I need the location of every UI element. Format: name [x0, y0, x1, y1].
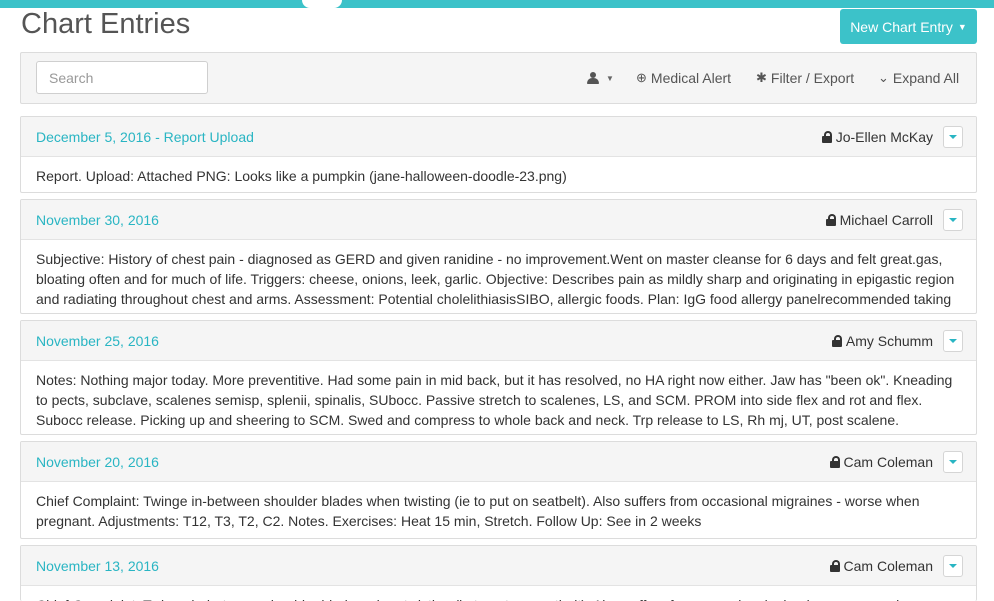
chart-entry: December 5, 2016 - Report Upload Jo-Elle… — [20, 116, 977, 193]
filter-export-label: Filter / Export — [770, 70, 855, 86]
entry-header: November 20, 2016 Cam Coleman — [21, 442, 976, 482]
caret-down-icon — [949, 218, 957, 222]
entry-author-name: Jo-Ellen McKay — [835, 129, 933, 145]
entry-menu-toggle[interactable] — [943, 451, 963, 473]
lock-icon — [829, 456, 840, 468]
expand-all-button[interactable]: ⌄ Expand All — [878, 53, 959, 103]
entry-menu-toggle[interactable] — [943, 126, 963, 148]
entry-header: November 30, 2016 Michael Carroll — [21, 200, 976, 240]
caret-down-icon — [949, 339, 957, 343]
chart-toolbar: ▼ ⊕ Medical Alert ✱ Filter / Export ⌄ Ex… — [20, 52, 977, 104]
entry-body: Report. Upload: Attached PNG: Looks like… — [36, 168, 567, 184]
new-chart-entry-button[interactable]: New Chart Entry ▼ — [840, 9, 977, 44]
medical-alert-label: Medical Alert — [650, 70, 732, 86]
user-icon — [587, 72, 599, 84]
gear-icon: ✱ — [756, 70, 767, 85]
entry-author: Cam Coleman — [829, 558, 933, 574]
entry-date-link[interactable]: November 25, 2016 — [36, 333, 159, 349]
caret-down-icon — [949, 564, 957, 568]
entry-header: December 5, 2016 - Report Upload Jo-Elle… — [21, 117, 976, 157]
user-filter-dropdown[interactable]: ▼ — [587, 53, 614, 103]
caret-down-icon — [949, 135, 957, 139]
chevron-down-icon: ⌄ — [878, 70, 889, 85]
entry-menu-toggle[interactable] — [943, 209, 963, 231]
filter-export-button[interactable]: ✱ Filter / Export — [756, 53, 854, 103]
lock-icon — [821, 131, 832, 143]
entry-header: November 13, 2016 Cam Coleman — [21, 546, 976, 586]
top-accent-bar — [0, 0, 994, 8]
entry-menu-toggle[interactable] — [943, 330, 963, 352]
entry-author-name: Cam Coleman — [843, 558, 933, 574]
top-bar-notch — [302, 0, 342, 8]
entry-author-name: Michael Carroll — [839, 212, 933, 228]
chart-entry: November 25, 2016 Amy Schumm Notes: Noth… — [20, 320, 977, 435]
chart-entry: November 20, 2016 Cam Coleman Chief Comp… — [20, 441, 977, 539]
entry-author: Cam Coleman — [829, 454, 933, 470]
new-chart-entry-label: New Chart Entry — [850, 18, 953, 35]
chevron-down-icon: ▼ — [606, 73, 614, 83]
entry-body: Notes: Nothing major today. More prevent… — [36, 372, 953, 434]
entry-author: Jo-Ellen McKay — [821, 129, 933, 145]
plus-circle-icon: ⊕ — [636, 70, 647, 85]
entry-author: Amy Schumm — [831, 333, 933, 349]
expand-all-label: Expand All — [892, 70, 960, 86]
entry-date-link[interactable]: November 13, 2016 — [36, 558, 159, 574]
entry-body: Subjective: History of chest pain - diag… — [36, 251, 955, 307]
medical-alert-button[interactable]: ⊕ Medical Alert — [636, 53, 731, 103]
entry-author: Michael Carroll — [825, 212, 933, 228]
entry-menu-toggle[interactable] — [943, 555, 963, 577]
caret-down-icon — [949, 460, 957, 464]
entry-date-link[interactable]: December 5, 2016 - Report Upload — [36, 129, 254, 145]
lock-icon — [825, 214, 836, 226]
entry-author-name: Amy Schumm — [845, 333, 933, 349]
lock-icon — [829, 560, 840, 572]
entry-body: Chief Complaint: Twinge in-between shoul… — [36, 493, 920, 529]
page-title: Chart Entries — [21, 8, 191, 40]
chart-entry: November 13, 2016 Cam Coleman Chief Comp… — [20, 545, 977, 601]
chevron-down-icon: ▼ — [957, 21, 967, 32]
entry-date-link[interactable]: November 20, 2016 — [36, 454, 159, 470]
search-input[interactable] — [36, 61, 208, 94]
entry-header: November 25, 2016 Amy Schumm — [21, 321, 976, 361]
chart-entry: November 30, 2016 Michael Carroll Subjec… — [20, 199, 977, 314]
entry-author-name: Cam Coleman — [843, 454, 933, 470]
lock-icon — [831, 335, 842, 347]
entry-body: Chief Complaint: Twinge in-between shoul… — [21, 586, 976, 601]
entry-date-link[interactable]: November 30, 2016 — [36, 212, 159, 228]
